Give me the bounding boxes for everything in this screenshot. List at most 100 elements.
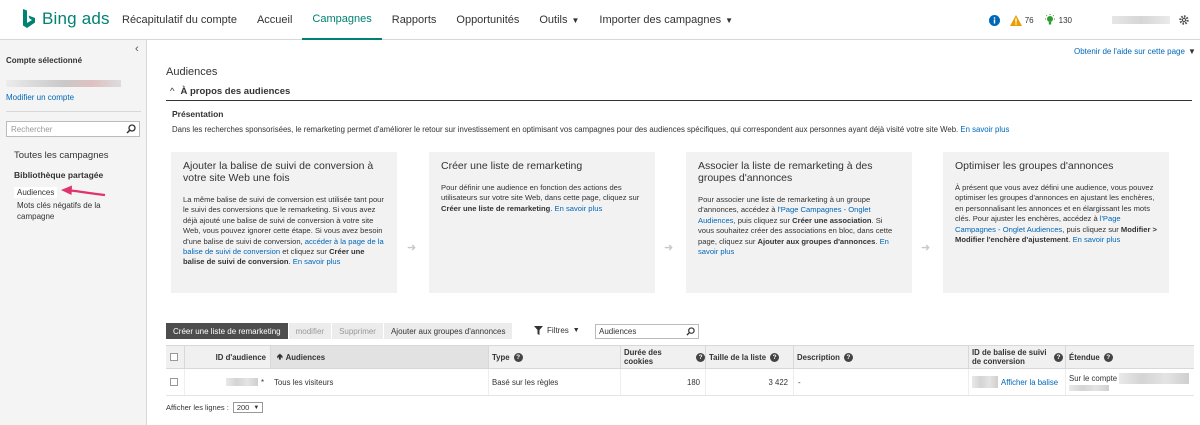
step-card-optimize: Optimiser les groupes d'annonces À prése…: [943, 152, 1169, 293]
help-icon[interactable]: ?: [1103, 352, 1113, 362]
nav-account-summary[interactable]: Récapitulatif du compte: [112, 0, 247, 40]
card-text: À présent que vous avez défini une audie…: [955, 183, 1155, 224]
sidebar-item-negative-keywords[interactable]: Mots clés négatifs de la campagne: [17, 200, 112, 222]
help-icon[interactable]: ?: [696, 352, 705, 362]
card-title: Ajouter la balise de suivi de conversion…: [183, 160, 374, 184]
learn-more-link[interactable]: En savoir plus: [960, 125, 1009, 134]
account-name-redacted[interactable]: [1112, 16, 1170, 24]
learn-more-link[interactable]: En savoir plus: [555, 204, 603, 213]
grid-toolbar: Créer une liste de remarketing modifier …: [166, 323, 513, 339]
help-icon[interactable]: ?: [843, 352, 853, 362]
card-body: Pour définir une audience en fonction de…: [441, 183, 643, 214]
add-to-ad-groups-button[interactable]: Ajouter aux groupes d'annonces: [383, 323, 513, 339]
cell-text: Tous les visiteurs: [274, 377, 334, 387]
chevron-down-icon: ▼: [571, 15, 580, 25]
info-indicator[interactable]: [988, 14, 1000, 26]
cell-text: *: [260, 377, 264, 387]
search-icon[interactable]: [126, 124, 136, 134]
learn-more-link[interactable]: En savoir plus: [293, 257, 341, 266]
card-text: et cliquez sur: [280, 247, 330, 257]
sidebar-search-input[interactable]: [7, 122, 117, 136]
selected-account-label: Compte sélectionné: [6, 56, 83, 65]
sidebar-item-shared-library[interactable]: Bibliothèque partagée: [14, 170, 103, 180]
nav-home[interactable]: Accueil: [247, 0, 302, 40]
select-all-checkbox[interactable]: [170, 353, 178, 361]
ideas-indicator[interactable]: 130: [1044, 14, 1072, 26]
col-description[interactable]: Description?: [793, 346, 968, 368]
table-header: ID d'audience 🢁 Audiences Type? Durée des…: [166, 345, 1194, 369]
nav-opportunities[interactable]: Opportunités: [446, 0, 529, 40]
rows-per-page-select[interactable]: 200 ▼: [232, 402, 264, 413]
chevron-down-icon: ▼: [1187, 47, 1196, 56]
bing-logo-icon: [23, 9, 35, 28]
bing-ads-logo[interactable]: Bing ads: [22, 8, 110, 30]
alerts-indicator[interactable]: 76: [1009, 14, 1034, 26]
col-cookie-duration[interactable]: Durée des cookies?: [620, 346, 705, 368]
top-bar: Bing ads Récapitulatif du compte Accueil…: [0, 0, 1200, 40]
cell-text: -: [798, 377, 801, 387]
card-bold-text: Créer une liste de remarketing: [441, 203, 551, 213]
col-conversion-tag-id[interactable]: ID de balise de suivi de conversion?: [968, 346, 1065, 368]
nav-label: Campagnes: [312, 13, 372, 25]
about-section-toggle[interactable]: ^ À propos des audiences: [170, 86, 290, 97]
show-tag-link[interactable]: Afficher la balise: [1001, 378, 1058, 387]
grid-search-input[interactable]: [596, 325, 680, 338]
cell-audience-id: *: [184, 369, 270, 395]
rows-per-page-label: Afficher les lignes :: [166, 403, 229, 412]
sidebar-item-all-campaigns[interactable]: Toutes les campagnes: [14, 150, 109, 161]
cell-audience-name[interactable]: Tous les visiteurs: [270, 369, 488, 395]
collapse-sidebar-icon[interactable]: ‹: [135, 43, 139, 55]
col-scope[interactable]: Étendue?: [1065, 346, 1194, 368]
nav-label: Outils: [539, 14, 568, 26]
col-audience-id[interactable]: ID d'audience: [184, 346, 270, 368]
warning-icon: [1009, 14, 1022, 26]
step-card-add-tag: Ajouter la balise de suivi de conversion…: [171, 152, 397, 293]
cell-text: 3 422: [768, 377, 788, 387]
scope-line: Sur le compte: [1069, 373, 1190, 384]
sidebar-item-audiences[interactable]: Audiences: [14, 187, 58, 198]
chevron-up-icon: ^: [170, 86, 175, 97]
main-nav: Récapitulatif du compte Accueil Campagne…: [112, 0, 743, 40]
about-title: À propos des audiences: [180, 86, 291, 97]
page-help-link[interactable]: Obtenir de l'aide sur cette page ▼: [1074, 47, 1196, 56]
cell-scope: Sur le compte: [1065, 369, 1194, 395]
annotation-arrow-icon: [61, 185, 106, 197]
col-type[interactable]: Type?: [488, 346, 620, 368]
table-footer: Afficher les lignes : 200 ▼: [166, 402, 264, 413]
search-icon[interactable]: [686, 327, 695, 336]
scope-detail-redacted: [1069, 385, 1109, 391]
create-remarketing-list-button[interactable]: Créer une liste de remarketing: [166, 323, 288, 339]
column-label: Durée des cookies: [624, 348, 662, 366]
help-icon[interactable]: ?: [513, 352, 523, 362]
cell-list-size: 3 422: [705, 369, 793, 395]
gear-icon[interactable]: [1178, 14, 1190, 26]
sort-asc-icon: 🢁: [277, 351, 283, 361]
alerts-count: 76: [1024, 15, 1034, 25]
table-row[interactable]: * Tous les visiteurs Basé sur les règles…: [166, 369, 1194, 396]
col-audiences[interactable]: 🢁 Audiences: [270, 346, 488, 368]
row-checkbox[interactable]: [170, 378, 178, 386]
filters-dropdown[interactable]: Filtres ▼: [534, 326, 580, 335]
nav-import-campaigns[interactable]: Importer des campagnes ▼: [589, 0, 743, 40]
nav-reports[interactable]: Rapports: [382, 0, 447, 40]
help-icon[interactable]: ?: [770, 352, 780, 362]
col-list-size[interactable]: Taille de la liste?: [705, 346, 793, 368]
sidebar-divider: [6, 111, 141, 112]
ideas-count: 130: [1058, 15, 1072, 25]
column-label: Type: [492, 352, 510, 362]
help-icon[interactable]: ?: [1054, 352, 1063, 362]
modify-button[interactable]: modifier: [288, 323, 332, 339]
step-arrow-icon: ➜: [664, 242, 674, 254]
page-title: Audiences: [166, 66, 218, 78]
cell-conversion-tag-id: Afficher la balise: [968, 369, 1065, 395]
sidebar-search: [6, 121, 140, 137]
modify-account-link[interactable]: Modifier un compte: [6, 93, 74, 102]
step-card-create-list: Créer une liste de remarketing Pour défi…: [429, 152, 655, 293]
about-divider: [166, 100, 1192, 101]
learn-more-link[interactable]: En savoir plus: [1073, 235, 1121, 244]
cell-description: -: [793, 369, 968, 395]
nav-campaigns[interactable]: Campagnes: [302, 0, 382, 40]
chevron-down-icon: ▼: [572, 327, 580, 334]
delete-button[interactable]: Supprimer: [332, 323, 383, 339]
nav-tools[interactable]: Outils ▼: [529, 0, 589, 40]
